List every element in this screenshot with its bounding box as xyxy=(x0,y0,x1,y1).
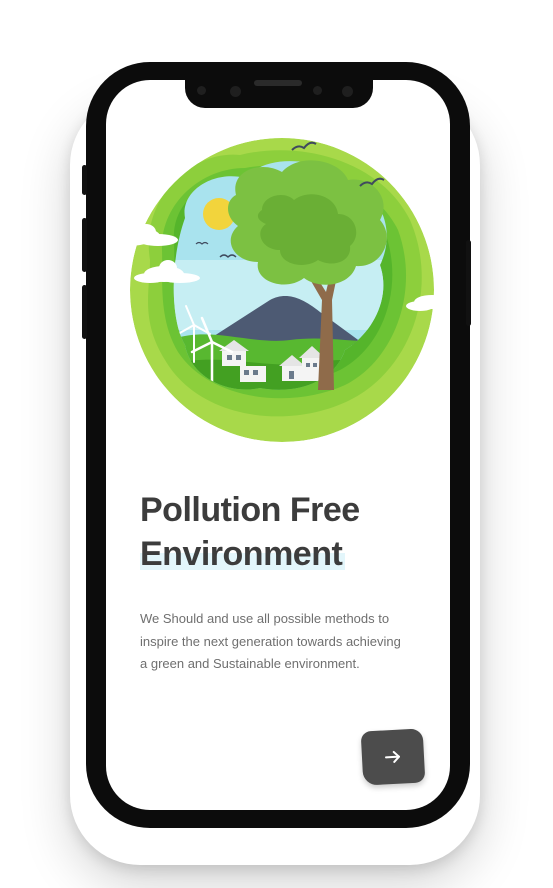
house-2 xyxy=(240,366,266,382)
next-button[interactable] xyxy=(360,728,426,786)
description-text: We Should and use all possible methods t… xyxy=(140,611,401,671)
eco-illustration xyxy=(106,138,450,442)
title-line-2: Environment xyxy=(140,535,343,573)
title-line-1: Pollution Free xyxy=(140,491,360,529)
arrow-right-icon xyxy=(385,750,400,763)
page-title: Pollution Free Environment xyxy=(140,488,400,576)
